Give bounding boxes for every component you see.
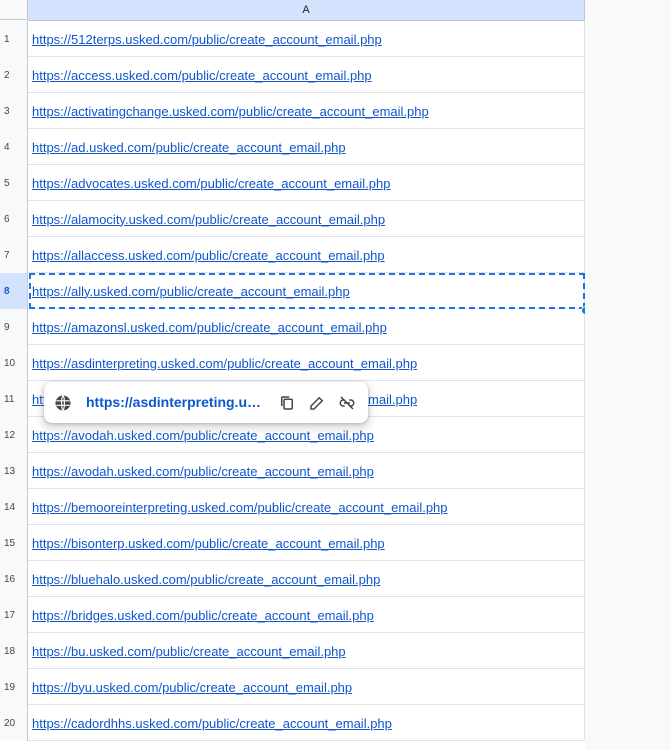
row-number[interactable]: 5: [0, 165, 28, 201]
cell-link[interactable]: https://avodah.usked.com/public/create_a…: [32, 428, 374, 443]
cell-link[interactable]: https://bridges.usked.com/public/create_…: [32, 608, 374, 623]
cell-a[interactable]: https://ad.usked.com/public/create_accou…: [28, 129, 585, 165]
unlink-icon[interactable]: [335, 391, 359, 415]
cell-a[interactable]: https://bisonterp.usked.com/public/creat…: [28, 525, 585, 561]
cell-a[interactable]: https://bu.usked.com/public/create_accou…: [28, 633, 585, 669]
cell-a[interactable]: https://bridges.usked.com/public/create_…: [28, 597, 585, 633]
table-row: 19 https://byu.usked.com/public/create_ac…: [0, 669, 585, 705]
cell-link[interactable]: https://bluehalo.usked.com/public/create…: [32, 572, 380, 587]
table-row: 18 https://bu.usked.com/public/create_acc…: [0, 633, 585, 669]
cell-a[interactable]: https://ally.usked.com/public/create_acc…: [28, 273, 585, 309]
table-row: 15 https://bisonterp.usked.com/public/cre…: [0, 525, 585, 561]
cell-link[interactable]: https://512terps.usked.com/public/create…: [32, 32, 382, 47]
table-row: 1 https://512terps.usked.com/public/creat…: [0, 21, 585, 57]
link-preview-chip: https://asdinterpreting.us...: [44, 382, 368, 423]
table-row: 2 https://access.usked.com/public/create_…: [0, 57, 585, 93]
cell-a[interactable]: https://bemooreinterpreting.usked.com/pu…: [28, 489, 585, 525]
row-number[interactable]: 16: [0, 561, 28, 597]
row-number[interactable]: 13: [0, 453, 28, 489]
cell-a[interactable]: https://byu.usked.com/public/create_acco…: [28, 669, 585, 705]
cell-link[interactable]: https://bisonterp.usked.com/public/creat…: [32, 536, 385, 551]
row-number[interactable]: 18: [0, 633, 28, 669]
row-number[interactable]: 15: [0, 525, 28, 561]
cell-link[interactable]: https://avodah.usked.com/public/create_a…: [32, 464, 374, 479]
row-number[interactable]: 3: [0, 93, 28, 129]
cell-a[interactable]: https://512terps.usked.com/public/create…: [28, 21, 585, 57]
row-number[interactable]: 6: [0, 201, 28, 237]
table-row: 16 https://bluehalo.usked.com/public/crea…: [0, 561, 585, 597]
row-number[interactable]: 7: [0, 237, 28, 273]
row-number[interactable]: 4: [0, 129, 28, 165]
cell-link[interactable]: https://activatingchange.usked.com/publi…: [32, 104, 429, 119]
cell-link[interactable]: https://ad.usked.com/public/create_accou…: [32, 140, 346, 155]
cell-a[interactable]: https://bluehalo.usked.com/public/create…: [28, 561, 585, 597]
column-header-a[interactable]: A: [28, 0, 585, 21]
edit-icon[interactable]: [305, 391, 329, 415]
cell-link[interactable]: https://byu.usked.com/public/create_acco…: [32, 680, 352, 695]
cell-link[interactable]: https://bemooreinterpreting.usked.com/pu…: [32, 500, 448, 515]
row-number[interactable]: 12: [0, 417, 28, 453]
cell-link[interactable]: https://allaccess.usked.com/public/creat…: [32, 248, 385, 263]
cell-link[interactable]: https://advocates.usked.com/public/creat…: [32, 176, 390, 191]
cell-link[interactable]: https://access.usked.com/public/create_a…: [32, 68, 372, 83]
spreadsheet-grid: A 1 https://512terps.usked.com/public/cre…: [0, 0, 590, 750]
row-number[interactable]: 14: [0, 489, 28, 525]
cell-a[interactable]: https://amazonsl.usked.com/public/create…: [28, 309, 585, 345]
table-row: 6 https://alamocity.usked.com/public/crea…: [0, 201, 585, 237]
table-row: 10 https://asdinterpreting.usked.com/publ…: [0, 345, 585, 381]
empty-grid-area: [585, 0, 671, 750]
table-row: 5 https://advocates.usked.com/public/crea…: [0, 165, 585, 201]
table-row: 4 https://ad.usked.com/public/create_acco…: [0, 129, 585, 165]
table-row: 8 https://ally.usked.com/public/create_ac…: [0, 273, 585, 309]
cell-a[interactable]: https://access.usked.com/public/create_a…: [28, 57, 585, 93]
rows-container: 1 https://512terps.usked.com/public/creat…: [0, 21, 585, 741]
row-number[interactable]: 20: [0, 705, 28, 741]
table-row: 9 https://amazonsl.usked.com/public/creat…: [0, 309, 585, 345]
cell-a[interactable]: https://avodah.usked.com/public/create_a…: [28, 453, 585, 489]
globe-icon: [54, 394, 72, 412]
table-row: 17 https://bridges.usked.com/public/creat…: [0, 597, 585, 633]
cell-link[interactable]: https://asdinterpreting.usked.com/public…: [32, 356, 417, 371]
row-number[interactable]: 11: [0, 381, 28, 417]
cell-a[interactable]: https://activatingchange.usked.com/publi…: [28, 93, 585, 129]
cell-link[interactable]: https://bu.usked.com/public/create_accou…: [32, 644, 346, 659]
link-url[interactable]: https://asdinterpreting.us...: [86, 394, 266, 410]
row-number[interactable]: 2: [0, 57, 28, 93]
table-row: 20 https://cadordhhs.usked.com/public/cre…: [0, 705, 585, 741]
row-number[interactable]: 10: [0, 345, 28, 381]
row-number[interactable]: 19: [0, 669, 28, 705]
copy-icon[interactable]: [275, 391, 299, 415]
row-number[interactable]: 17: [0, 597, 28, 633]
cell-a[interactable]: https://cadordhhs.usked.com/public/creat…: [28, 705, 585, 741]
cell-link[interactable]: https://cadordhhs.usked.com/public/creat…: [32, 716, 392, 731]
cell-link[interactable]: https://alamocity.usked.com/public/creat…: [32, 212, 385, 227]
cell-a[interactable]: https://asdinterpreting.usked.com/public…: [28, 345, 585, 381]
row-number[interactable]: 8: [0, 273, 28, 309]
cell-a[interactable]: https://allaccess.usked.com/public/creat…: [28, 237, 585, 273]
row-number[interactable]: 1: [0, 21, 28, 57]
cell-link[interactable]: https://ally.usked.com/public/create_acc…: [32, 284, 350, 299]
cell-a[interactable]: https://advocates.usked.com/public/creat…: [28, 165, 585, 201]
table-row: 13 https://avodah.usked.com/public/create…: [0, 453, 585, 489]
row-number[interactable]: 9: [0, 309, 28, 345]
cell-a[interactable]: https://alamocity.usked.com/public/creat…: [28, 201, 585, 237]
select-all-corner[interactable]: [0, 0, 28, 20]
cell-link[interactable]: https://amazonsl.usked.com/public/create…: [32, 320, 387, 335]
table-row: 7 https://allaccess.usked.com/public/crea…: [0, 237, 585, 273]
table-row: 3 https://activatingchange.usked.com/publ…: [0, 93, 585, 129]
table-row: 14 https://bemooreinterpreting.usked.com/…: [0, 489, 585, 525]
